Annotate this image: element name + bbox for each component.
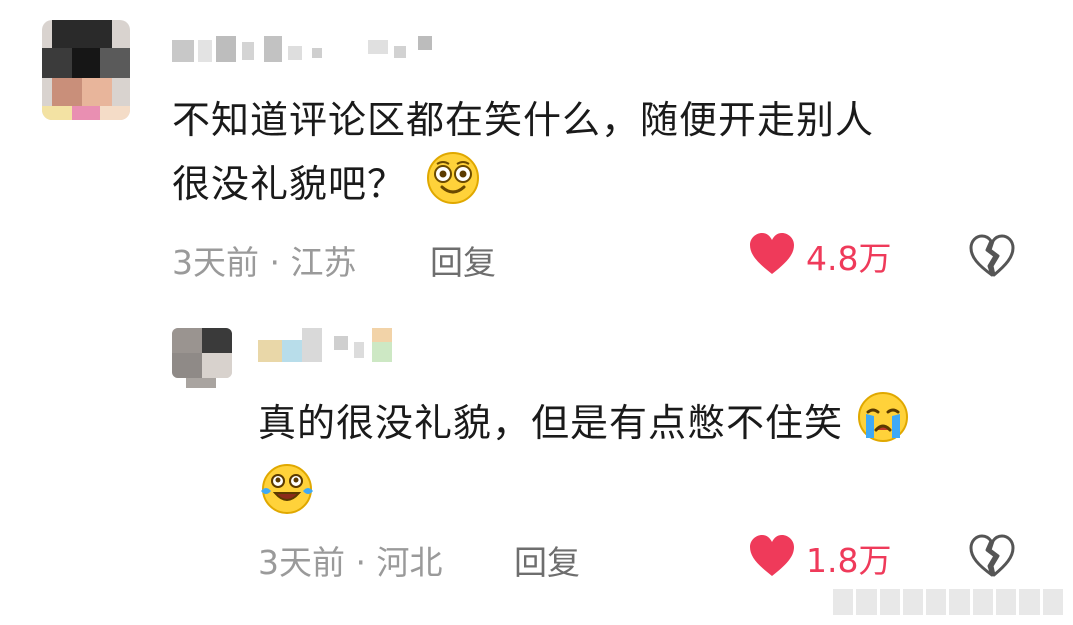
comment-text: 不知道评论区都在笑什么，随便开走别人 很没礼貌吧？ <box>172 90 874 223</box>
dislike-button[interactable] <box>968 234 1016 282</box>
username-blurred[interactable] <box>172 36 442 66</box>
comment-text-line1: 不知道评论区都在笑什么，随便开走别人 <box>172 98 875 142</box>
laughing-with-tears-icon <box>258 461 316 532</box>
comment-location: 河北 <box>376 543 443 582</box>
avatar[interactable] <box>172 328 232 378</box>
broken-heart-icon <box>968 534 1016 582</box>
comment-text-line1-wrap: 真的很没礼貌，但是有点憋不住笑 <box>258 390 910 461</box>
comment-text-line2-wrap <box>258 461 910 532</box>
like-count: 4.8万 <box>806 239 892 278</box>
meta-separator: · <box>259 243 291 282</box>
crying-face-icon <box>856 390 910 461</box>
comment-meta: 3天前 · 江苏 <box>172 236 356 284</box>
comment-meta: 3天前 · 河北 <box>258 536 442 584</box>
comment-time: 3天前 <box>172 243 259 282</box>
comment-time: 3天前 <box>258 543 345 582</box>
avatar[interactable] <box>42 20 130 120</box>
dislike-button[interactable] <box>968 534 1016 582</box>
comment-text-line1: 真的很没礼貌，但是有点憋不住笑 <box>258 401 844 445</box>
comment-text-line2-wrap: 很没礼貌吧？ <box>172 150 874 223</box>
watermark-blurred <box>833 589 1063 615</box>
like-button[interactable]: 4.8万 <box>748 232 891 280</box>
heart-icon <box>748 534 796 582</box>
comment-text-line2: 很没礼貌吧？ <box>172 162 407 206</box>
comment-2: 真的很没礼貌，但是有点憋不住笑 3天前 · 河北 回复 1.8万 <box>0 290 1073 625</box>
comment-1: 不知道评论区都在笑什么，随便开走别人 很没礼貌吧？ 3天前 · 江苏 回复 4.… <box>0 0 1073 290</box>
meta-separator: · <box>345 543 377 582</box>
comment-location: 江苏 <box>290 243 357 282</box>
reply-button[interactable]: 回复 <box>430 236 496 284</box>
avatar-blur-tail <box>186 378 216 388</box>
broken-heart-icon <box>968 234 1016 282</box>
comment-text: 真的很没礼貌，但是有点憋不住笑 <box>258 390 910 532</box>
heart-icon <box>748 232 796 280</box>
username-blurred[interactable] <box>258 328 408 362</box>
like-button[interactable]: 1.8万 <box>748 534 891 582</box>
reply-button[interactable]: 回复 <box>514 536 580 584</box>
dizzy-eyes-smile-emoji-icon <box>425 150 481 223</box>
like-count: 1.8万 <box>806 541 892 580</box>
